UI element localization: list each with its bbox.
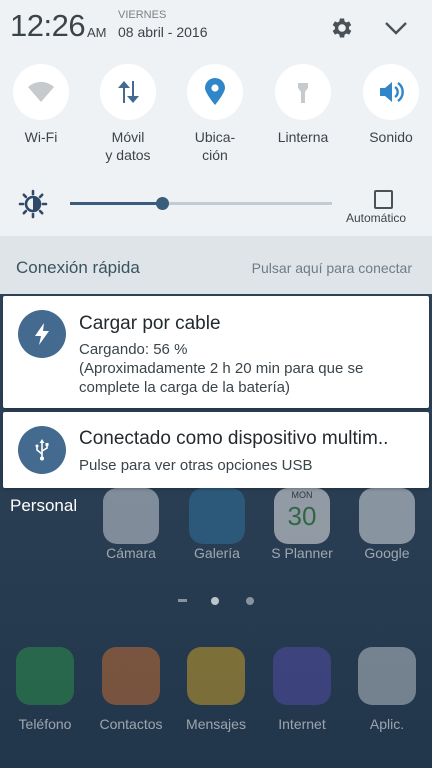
- auto-brightness-label: Automático: [346, 211, 407, 225]
- qs-circle: [363, 64, 419, 120]
- app-label-splanner: S Planner: [271, 545, 333, 561]
- app-label-camera: Cámara: [106, 545, 156, 561]
- qs-circle: [187, 64, 243, 120]
- notification-title: Cargar por cable: [79, 313, 221, 334]
- dock-label-apps: Aplic.: [369, 716, 405, 732]
- qs-label: Linterna: [277, 129, 329, 145]
- qs-circle: [13, 64, 69, 120]
- charging-bolt-icon: [35, 323, 49, 345]
- dock-label-contacts: Contactos: [99, 716, 163, 732]
- calendar-day: 30: [287, 501, 317, 531]
- quick-connect-title: Conexión rápida: [16, 258, 140, 277]
- qs-label: Móvil y datos: [105, 129, 151, 163]
- quick-connect-bar[interactable]: Conexión rápida Pulsar aquí para conecta…: [0, 236, 432, 294]
- home-page-dot: [211, 597, 219, 605]
- usb-notification-icon: [18, 426, 66, 474]
- brightness-slider[interactable]: [70, 197, 332, 210]
- brightness-slider-fill: [70, 202, 162, 205]
- dock-label-phone: Teléfono: [18, 716, 72, 732]
- settings-button[interactable]: [329, 15, 355, 41]
- sound-icon: [380, 82, 404, 102]
- notification-text: complete la carga de la batería): [79, 379, 290, 396]
- qs-tile-flashlight[interactable]: Linterna: [260, 64, 346, 146]
- chevron-down-icon: [385, 22, 407, 35]
- location-icon: [205, 78, 225, 105]
- notification-shade: 12:26 AM VIERNES 08 abril - 2016 Wi-Fi M…: [0, 0, 432, 236]
- page-dot: [178, 599, 187, 602]
- notification-text: Cargando: 56 %: [79, 341, 188, 358]
- qs-label: Ubica- ción: [194, 129, 236, 163]
- auto-brightness-checkbox[interactable]: [374, 190, 393, 209]
- usb-icon: [35, 439, 49, 461]
- quick-connect-hint[interactable]: Pulsar aquí para conectar: [252, 260, 412, 276]
- contacts-app-icon[interactable]: [102, 647, 160, 705]
- qs-tile-mobile-data[interactable]: Móvil y datos: [85, 64, 171, 164]
- gallery-app-icon[interactable]: [189, 488, 245, 544]
- app-label-google: Google: [364, 545, 410, 561]
- notification-usb[interactable]: Conectado como dispositivo multim.. Puls…: [3, 412, 429, 488]
- wifi-icon: [28, 81, 54, 102]
- qs-circle: [275, 64, 331, 120]
- brightness-slider-thumb[interactable]: [155, 197, 169, 210]
- expand-button[interactable]: [383, 15, 409, 41]
- qs-label: Wi-Fi: [24, 129, 58, 145]
- charging-notification-icon: [18, 310, 66, 358]
- clock-ampm: AM: [87, 25, 107, 40]
- qs-tile-location[interactable]: Ubica- ción: [172, 64, 258, 164]
- google-folder-icon[interactable]: [359, 488, 415, 544]
- notification-title: Conectado como dispositivo multim..: [79, 428, 389, 449]
- qs-tile-sound[interactable]: Sonido: [348, 64, 432, 146]
- dock-label-messages: Mensajes: [186, 716, 246, 732]
- page-dot: [246, 597, 254, 605]
- clock-time: 12:26: [10, 8, 86, 43]
- camera-app-icon[interactable]: [103, 488, 159, 544]
- internet-app-icon[interactable]: [273, 647, 331, 705]
- notification-text: (Aproximadamente 2 h 20 min para que se: [79, 360, 364, 377]
- qs-label: Sonido: [369, 129, 413, 145]
- date-weekday: VIERNES: [118, 9, 167, 21]
- app-label-gallery: Galería: [194, 545, 240, 561]
- date-text: 08 abril - 2016: [118, 24, 208, 40]
- apps-grid-icon[interactable]: [358, 647, 416, 705]
- brightness-icon: [18, 189, 48, 219]
- flashlight-icon: [298, 83, 308, 103]
- phone-app-icon[interactable]: [16, 647, 74, 705]
- mobile-data-icon: [118, 81, 139, 103]
- notification-charging[interactable]: Cargar por cable Cargando: 56 % (Aproxim…: [3, 296, 429, 408]
- notification-text: Pulse para ver otras opciones USB: [79, 457, 313, 474]
- messages-app-icon[interactable]: [187, 647, 245, 705]
- gear-icon: [332, 18, 352, 38]
- dock-label-internet: Internet: [278, 716, 326, 732]
- calendar-weekday: MON: [291, 490, 313, 500]
- qs-tile-wifi[interactable]: Wi-Fi: [0, 64, 84, 146]
- folder-label-personal: Personal: [10, 496, 78, 515]
- splanner-app-icon[interactable]: MON 30: [274, 488, 330, 544]
- qs-circle: [100, 64, 156, 120]
